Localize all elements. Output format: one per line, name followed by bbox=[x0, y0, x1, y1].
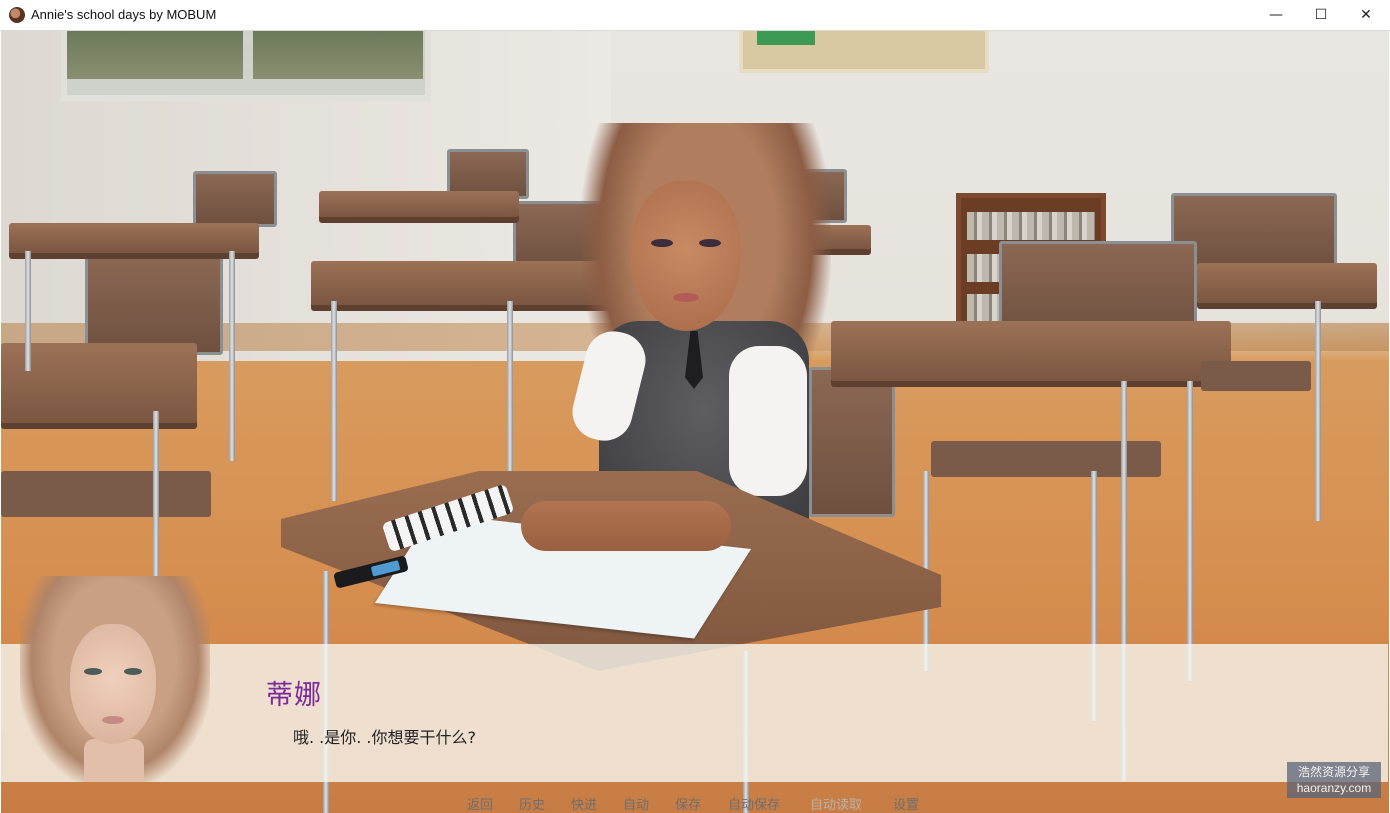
watermark-line1: 浩然资源分享 bbox=[1297, 765, 1370, 779]
character-sleeve bbox=[729, 346, 807, 496]
maximize-button[interactable]: ☐ bbox=[1298, 0, 1344, 30]
window-titlebar[interactable]: Annie's school days by MOBUM — ☐ ✕ bbox=[0, 0, 1390, 31]
quick-menu-save[interactable]: 保存 bbox=[675, 794, 701, 813]
classroom-window bbox=[61, 31, 431, 101]
quick-menu-quickload[interactable]: 自动读取 bbox=[810, 794, 862, 813]
chair-seat bbox=[1, 471, 211, 517]
chair bbox=[85, 253, 223, 355]
minimize-button[interactable]: — bbox=[1253, 0, 1299, 30]
quick-menu-back[interactable]: 返回 bbox=[467, 794, 493, 813]
quick-menu-skip[interactable]: 快进 bbox=[571, 794, 597, 813]
desk bbox=[311, 261, 611, 305]
close-button[interactable]: ✕ bbox=[1343, 0, 1389, 30]
watermark: 浩然资源分享 haoranzy.com bbox=[1287, 762, 1381, 798]
desk bbox=[9, 223, 259, 253]
watermark-line2: haoranzy.com bbox=[1296, 781, 1372, 795]
chair bbox=[193, 171, 277, 227]
speaker-name: 蒂娜 bbox=[266, 680, 322, 711]
window-title: Annie's school days by MOBUM bbox=[31, 7, 217, 22]
chair-seat bbox=[1201, 361, 1311, 391]
quick-menu-history[interactable]: 历史 bbox=[519, 794, 545, 813]
character-arm bbox=[521, 501, 731, 551]
bulletin-board bbox=[739, 31, 989, 73]
desk bbox=[319, 191, 519, 217]
app-icon bbox=[9, 7, 25, 23]
speaker-portrait bbox=[14, 574, 224, 782]
dialogue-text: 哦. .是你. .你想要干什么? bbox=[293, 728, 477, 747]
character-face bbox=[631, 181, 741, 331]
quick-menu-quicksave[interactable]: 自动保存 bbox=[728, 794, 780, 813]
quick-menu-auto[interactable]: 自动 bbox=[623, 794, 649, 813]
quick-menu: 返回 历史 快进 自动 保存 自动保存 自动读取 设置 bbox=[0, 794, 1390, 813]
quick-menu-settings[interactable]: 设置 bbox=[893, 794, 919, 813]
desk bbox=[1197, 263, 1377, 303]
desk bbox=[831, 321, 1231, 381]
